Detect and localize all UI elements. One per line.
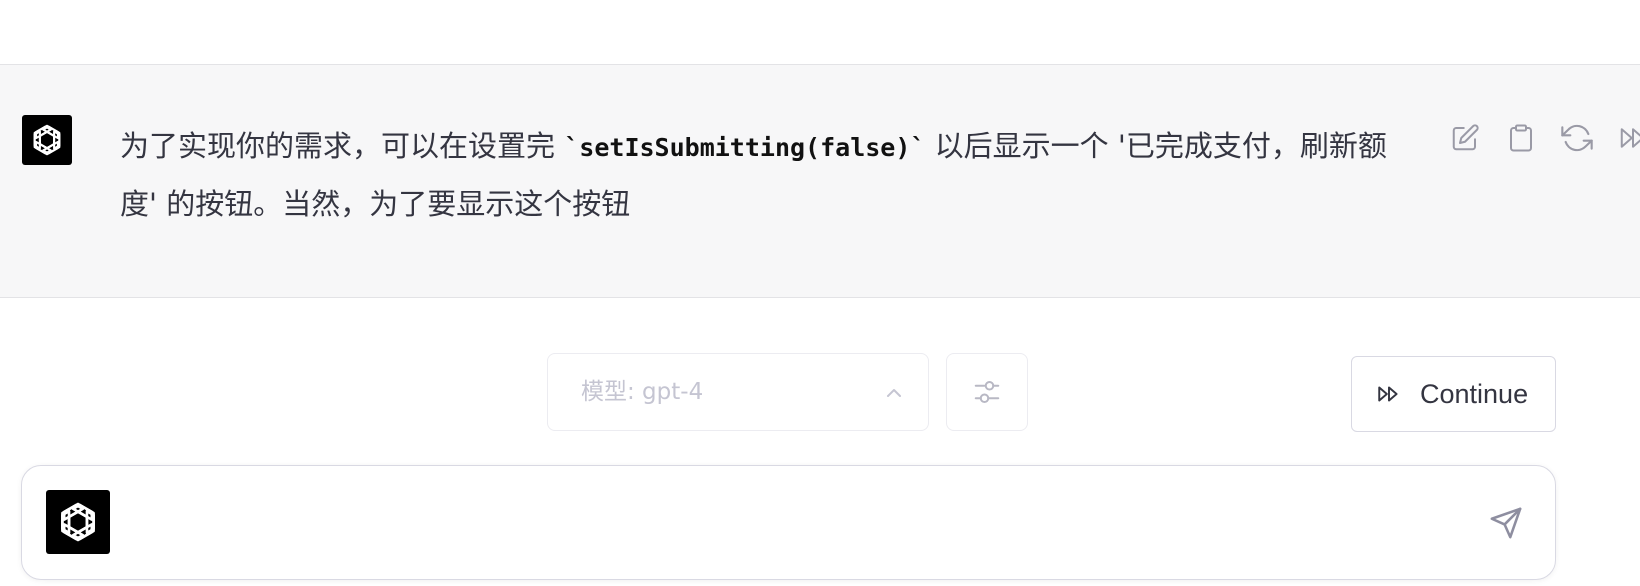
continue-generation-button[interactable] bbox=[1616, 121, 1640, 155]
message-text-before: 为了实现你的需求，可以在设置完 bbox=[120, 129, 565, 163]
chevron-up-icon bbox=[887, 389, 901, 397]
send-button[interactable] bbox=[1487, 504, 1525, 542]
openai-logo-icon bbox=[33, 124, 61, 156]
chat-input-box bbox=[21, 465, 1556, 580]
edit-icon bbox=[1452, 124, 1479, 151]
edit-button[interactable] bbox=[1448, 121, 1482, 155]
openai-logo-icon bbox=[61, 502, 95, 542]
settings-button[interactable] bbox=[946, 353, 1028, 431]
continue-button[interactable]: Continue bbox=[1351, 356, 1556, 432]
sliders-icon bbox=[974, 381, 1000, 403]
top-blank-area bbox=[0, 0, 1640, 64]
regenerate-icon bbox=[1561, 124, 1593, 152]
assistant-avatar bbox=[22, 115, 72, 165]
assistant-message: 为了实现你的需求，可以在设置完 `setIsSubmitting(false)`… bbox=[0, 64, 1640, 298]
clipboard-icon bbox=[1510, 124, 1532, 152]
send-icon bbox=[1490, 507, 1522, 539]
message-actions bbox=[1448, 121, 1640, 155]
regenerate-button[interactable] bbox=[1560, 121, 1594, 155]
message-input[interactable] bbox=[134, 496, 1468, 550]
fast-forward-icon bbox=[1620, 128, 1640, 148]
model-label: 模型: gpt-4 bbox=[581, 379, 704, 405]
copy-button[interactable] bbox=[1504, 121, 1538, 155]
input-avatar bbox=[46, 490, 110, 554]
fast-forward-icon bbox=[1378, 386, 1398, 402]
message-text: 为了实现你的需求，可以在设置完 `setIsSubmitting(false)`… bbox=[120, 118, 1400, 232]
inline-code: `setIsSubmitting(false)` bbox=[564, 133, 926, 162]
model-selector[interactable]: 模型: gpt-4 bbox=[547, 353, 929, 431]
continue-label: Continue bbox=[1420, 378, 1529, 409]
